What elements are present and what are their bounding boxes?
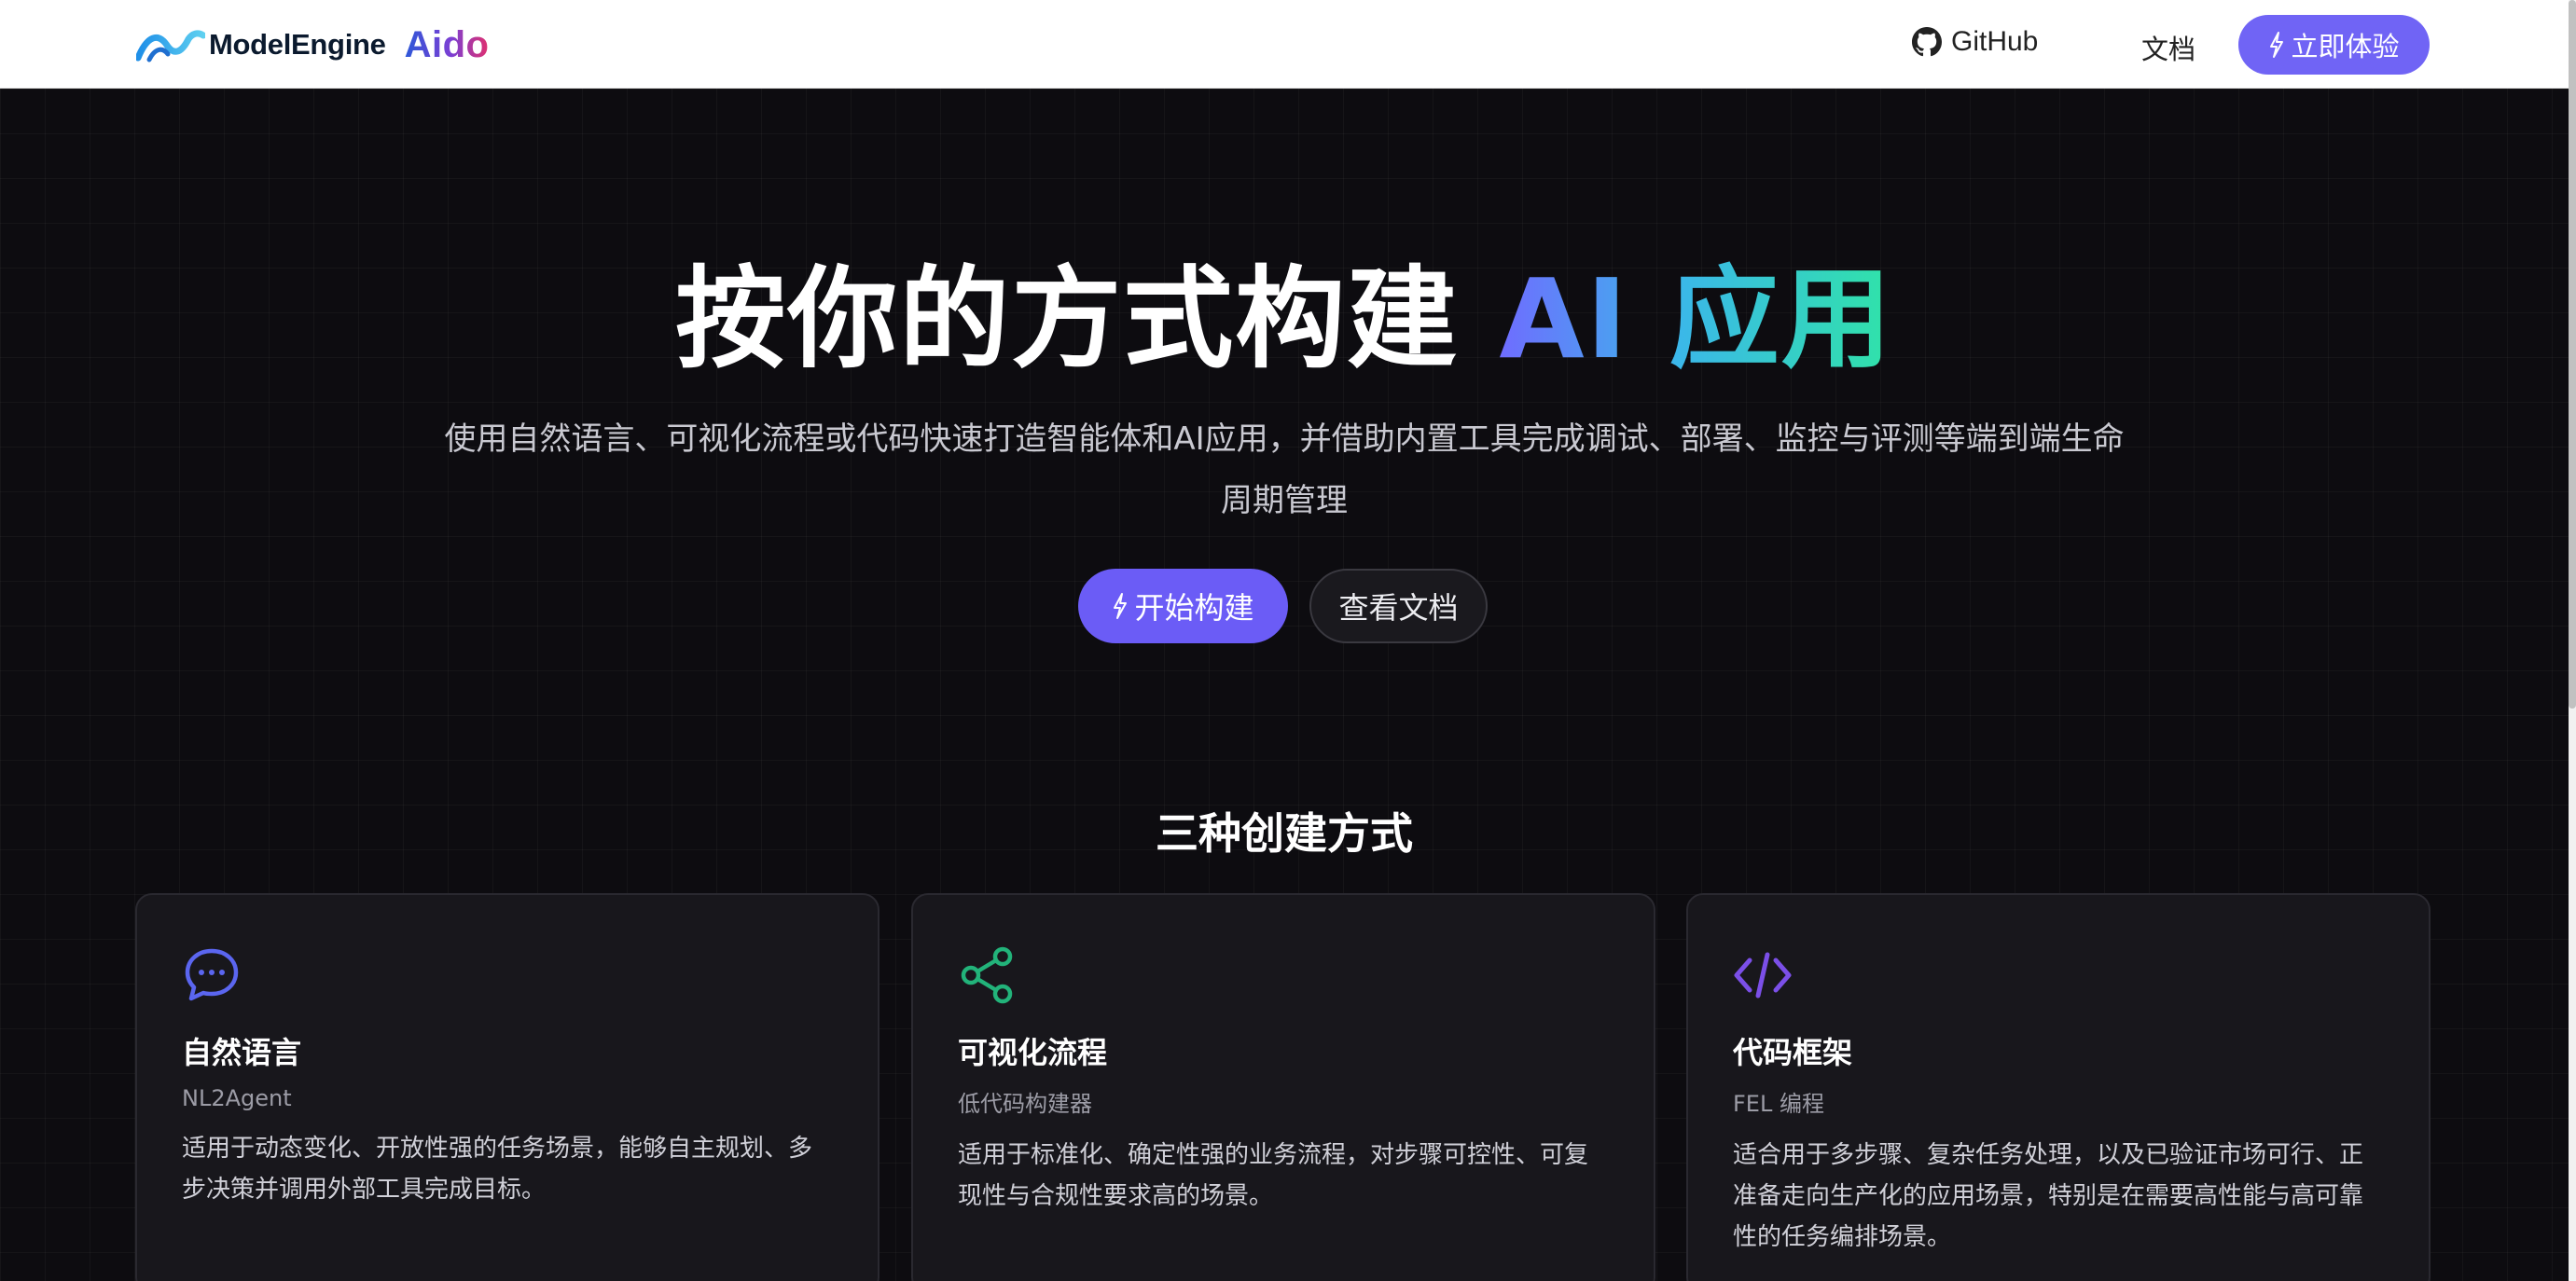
hero-title: 按你的方式构建 AI 应用 bbox=[0, 254, 2569, 384]
card-description: 适用于标准化、确定性强的业务流程，对步骤可控性、可复现性与合规性要求高的场景。 bbox=[958, 1141, 1589, 1210]
card-subtitle: 低代码构建器 bbox=[958, 1091, 1092, 1117]
page-scrollbar[interactable] bbox=[2569, 0, 2576, 1281]
brand-logo[interactable]: ModelEngine Aido bbox=[136, 24, 489, 65]
logo-text: ModelEngine bbox=[209, 28, 386, 61]
view-docs-button[interactable]: 查看文档 bbox=[1309, 569, 1488, 643]
hero-subtitle-line-2: 周期管理 bbox=[1221, 482, 1348, 519]
nav-docs-link[interactable]: 文档 bbox=[2141, 28, 2195, 67]
logo-aido-text: Aido bbox=[404, 23, 490, 65]
hero-title-plain: 按你的方式构建 bbox=[675, 255, 1460, 383]
card-description: 适合用于多步骤、复杂任务处理，以及已验证市场可行、正准备走向生产化的应用场景，特… bbox=[1733, 1141, 2364, 1251]
code-icon bbox=[1734, 952, 1792, 999]
hero-subtitle-line-1: 使用自然语言、可视化流程或代码快速打造智能体和AI应用，并借助内置工具完成调试、… bbox=[444, 420, 2125, 458]
card-subtitle: NL2Agent bbox=[182, 1085, 292, 1111]
hero-title-highlight: AI 应用 bbox=[1499, 255, 1893, 383]
section-title: 三种创建方式 bbox=[1156, 808, 1413, 859]
start-building-button[interactable]: 开始构建 bbox=[1078, 569, 1288, 643]
start-building-label: 开始构建 bbox=[1134, 590, 1254, 626]
card-title: 代码框架 bbox=[1733, 1035, 1853, 1070]
card-title: 可视化流程 bbox=[958, 1035, 1108, 1070]
try-now-label: 立即体验 bbox=[2291, 31, 2400, 62]
top-nav-bar: ModelEngine Aido GitHub 文档 立即体验 bbox=[0, 0, 2569, 89]
card-subtitle: FEL 编程 bbox=[1733, 1091, 1824, 1117]
modelengine-logo-icon bbox=[136, 30, 205, 62]
github-icon bbox=[1912, 27, 1942, 57]
lightning-icon bbox=[1114, 593, 1128, 619]
lightning-icon bbox=[2270, 32, 2284, 58]
scrollbar-thumb[interactable] bbox=[2569, 0, 2576, 709]
card-code-framework[interactable]: 代码框架 FEL 编程 适合用于多步骤、复杂任务处理，以及已验证市场可行、正准备… bbox=[1686, 893, 2431, 1281]
card-visual-flow[interactable]: 可视化流程 低代码构建器 适用于标准化、确定性强的业务流程，对步骤可控性、可复现… bbox=[911, 893, 1655, 1281]
share-nodes-icon bbox=[961, 946, 1013, 1004]
chat-bubble-icon bbox=[185, 948, 239, 1001]
hero-subtitle: 使用自然语言、可视化流程或代码快速打造智能体和AI应用，并借助内置工具完成调试、… bbox=[382, 408, 2186, 531]
card-title: 自然语言 bbox=[182, 1035, 302, 1070]
github-label: GitHub bbox=[1951, 26, 2039, 57]
card-natural-language[interactable]: 自然语言 NL2Agent 适用于动态变化、开放性强的任务场景，能够自主规划、多… bbox=[135, 893, 879, 1281]
try-now-button[interactable]: 立即体验 bbox=[2238, 15, 2430, 75]
card-description: 适用于动态变化、开放性强的任务场景，能够自主规划、多步决策并调用外部工具完成目标… bbox=[182, 1135, 813, 1204]
nav-github-link[interactable]: GitHub bbox=[1912, 26, 2038, 58]
